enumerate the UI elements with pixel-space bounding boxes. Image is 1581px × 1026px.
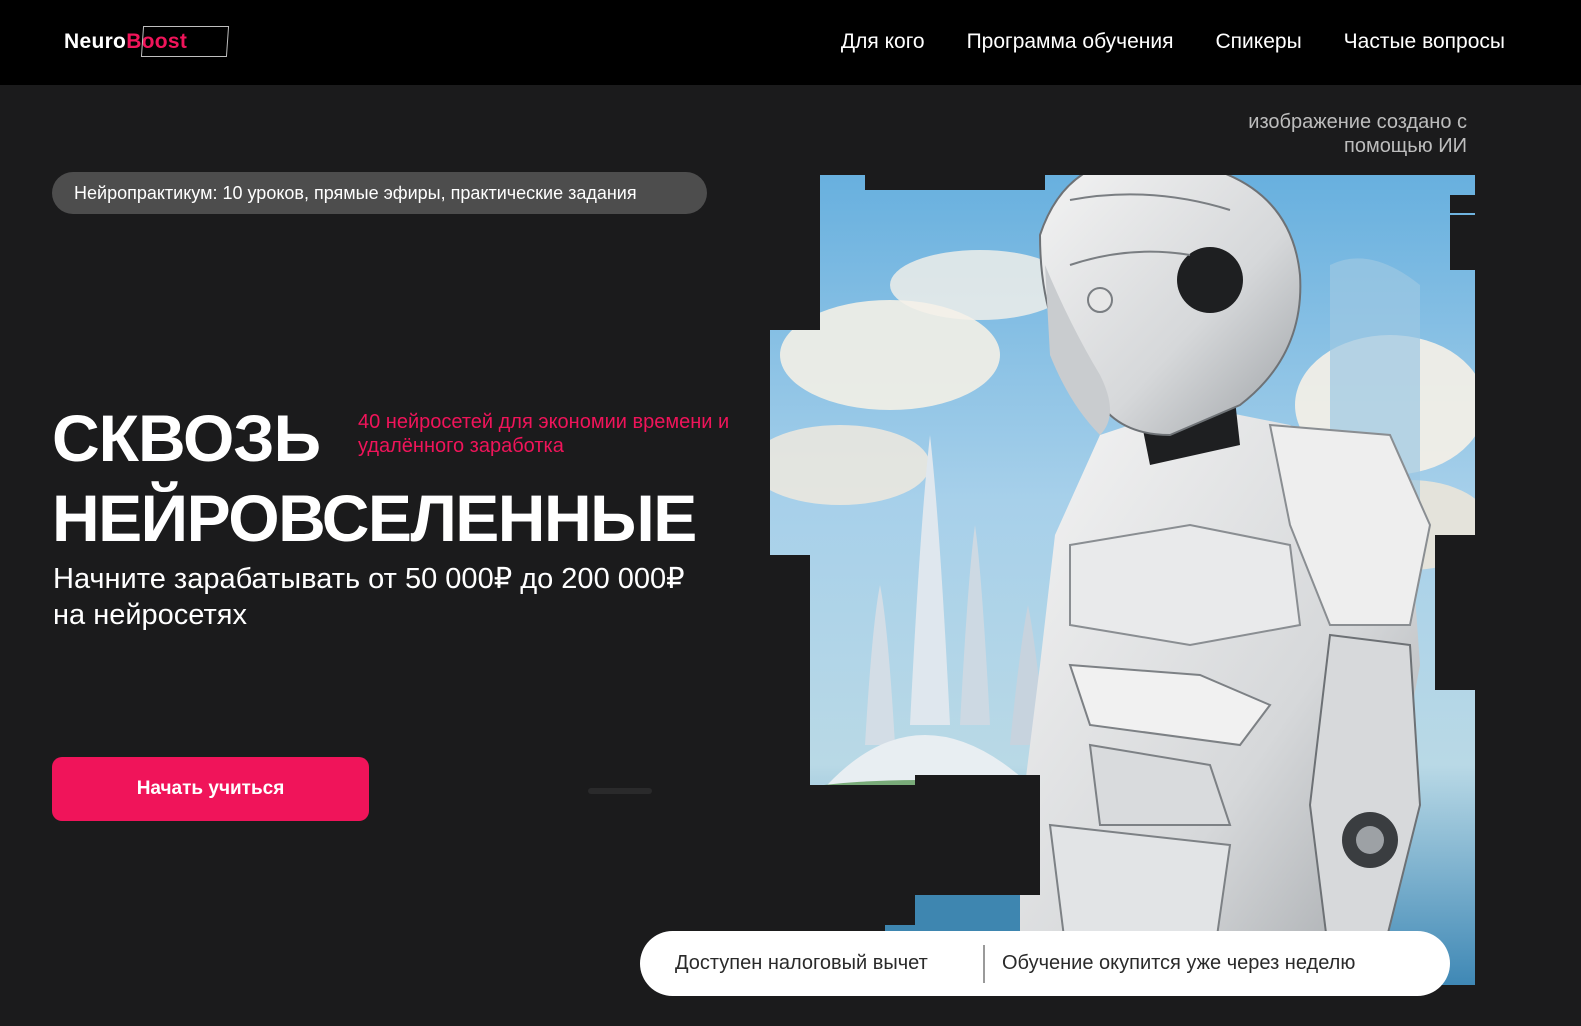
hero-tagline: 40 нейросетей для экономии времени и уда… <box>358 411 730 457</box>
robot-illustration <box>770 105 1476 985</box>
hero-subtitle: Начните зарабатывать от 50 000₽ до 200 0… <box>53 563 685 631</box>
start-learning-button[interactable]: Начать учиться <box>52 757 369 821</box>
main-nav: Для кого Программа обучения Спикеры Част… <box>841 28 1505 56</box>
decorative-dash <box>588 788 652 794</box>
hero-title-line1: СКВОЗЬ <box>52 401 321 475</box>
nav-link-speakers[interactable]: Спикеры <box>1216 28 1302 56</box>
ai-generated-note: изображение создано с помощью ИИ <box>1248 111 1467 157</box>
hero-title-line2: НЕЙРОВСЕЛЕННЫЕ <box>52 481 697 555</box>
robot-illustration-svg <box>770 175 1475 985</box>
course-info-pill: Нейропрактикум: 10 уроков, прямые эфиры,… <box>52 172 707 214</box>
badge-payback: Обучение окупится уже через неделю <box>1002 952 1356 974</box>
logo-part-neuro: Neuro <box>64 29 127 53</box>
nav-link-faq[interactable]: Частые вопросы <box>1344 28 1505 56</box>
logo-frame <box>140 26 230 57</box>
site-header: Neuro Boost Для кого Программа обучения С… <box>0 0 1581 85</box>
nav-link-for-whom[interactable]: Для кого <box>841 28 925 56</box>
benefits-bar: Доступен налоговый вычет Обучение окупит… <box>640 931 1450 996</box>
neuroboost-logo[interactable]: Neuro Boost <box>64 26 230 57</box>
nav-link-program[interactable]: Программа обучения <box>967 28 1174 56</box>
badge-tax-deduction: Доступен налоговый вычет <box>675 952 928 974</box>
